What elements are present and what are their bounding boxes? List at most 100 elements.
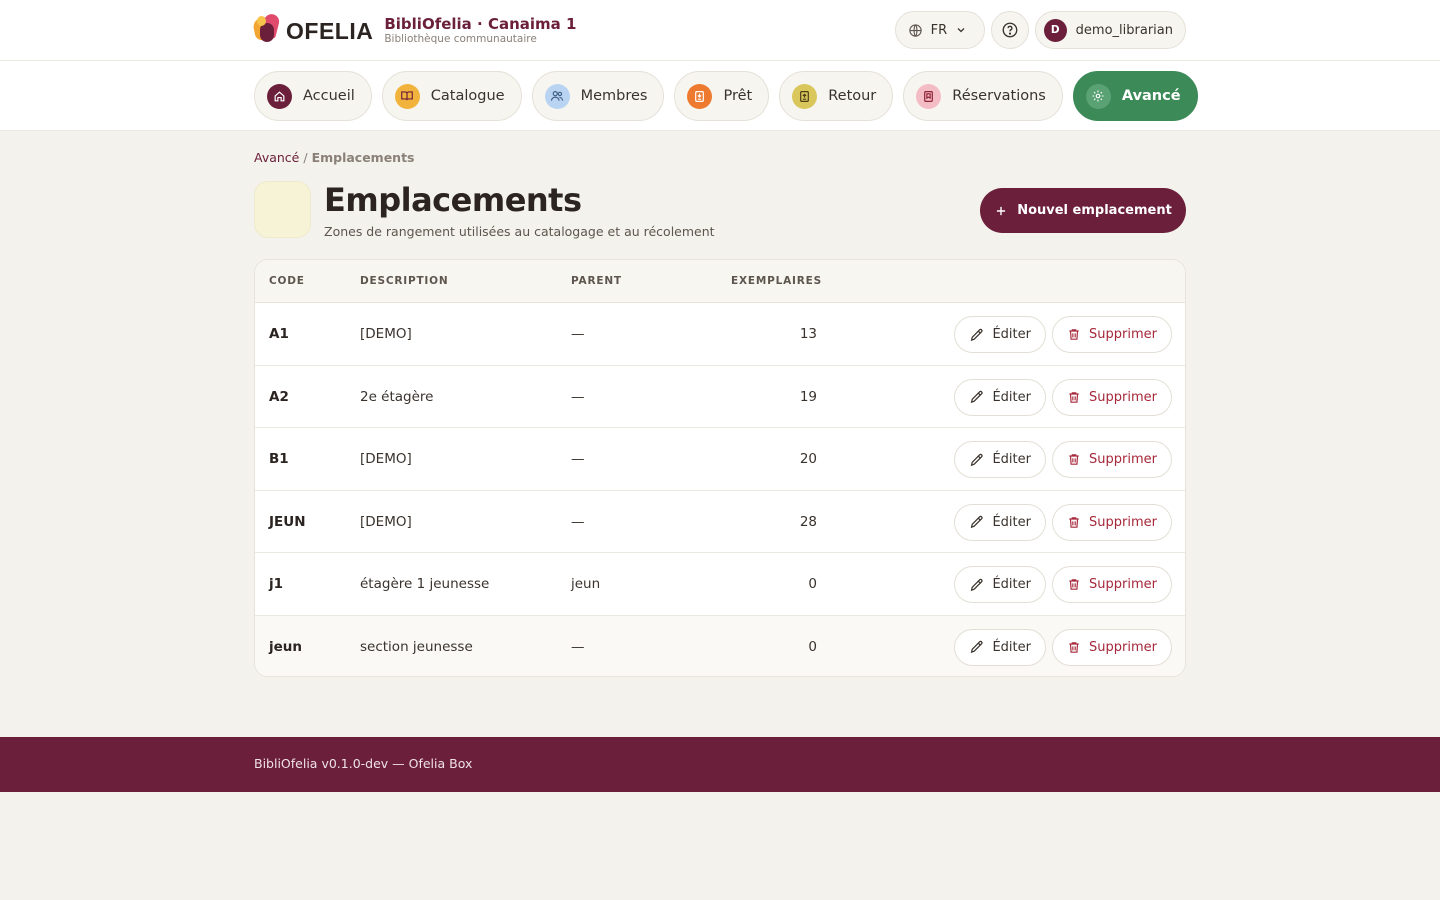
gear-icon bbox=[1085, 83, 1111, 109]
table-body: A1 [DEMO] — 13 Éditer Supprimer A2 2e ét… bbox=[255, 303, 1185, 676]
edit-button[interactable]: Éditer bbox=[954, 378, 1046, 416]
location-parent: — bbox=[571, 326, 585, 342]
location-parent: — bbox=[571, 638, 585, 655]
app-title: BibliOfelia · Canaima 1 bbox=[384, 14, 577, 33]
nav-avance[interactable]: Avancé bbox=[1072, 71, 1198, 121]
app-subtitle: Bibliothèque communautaire bbox=[384, 32, 537, 45]
location-code: A2 bbox=[269, 388, 289, 405]
edit-label: Éditer bbox=[992, 514, 1031, 530]
edit-label: Éditer bbox=[992, 389, 1031, 405]
location-code: A1 bbox=[269, 326, 289, 342]
nav-label: Retour bbox=[828, 88, 877, 104]
username: demo_librarian bbox=[1075, 22, 1173, 38]
avatar: D bbox=[1043, 18, 1067, 42]
location-description: [DEMO] bbox=[360, 513, 412, 530]
pencil-icon bbox=[970, 453, 983, 466]
location-item-count: 13 bbox=[799, 326, 817, 342]
delete-button[interactable]: Supprimer bbox=[1052, 378, 1172, 416]
new-location-button[interactable]: Nouvel emplacement bbox=[980, 188, 1186, 233]
column-header-exemplaires[interactable]: EXEMPLAIRES bbox=[731, 275, 822, 287]
pencil-icon bbox=[970, 390, 983, 404]
nav-label: Réservations bbox=[952, 88, 1046, 104]
trash-icon bbox=[1069, 454, 1079, 465]
trash-icon bbox=[1069, 641, 1079, 653]
users-icon bbox=[544, 83, 570, 109]
nav-retour[interactable]: Retour bbox=[779, 71, 894, 121]
delete-label: Supprimer bbox=[1089, 639, 1157, 655]
column-header-description[interactable]: DESCRIPTION bbox=[360, 275, 448, 287]
help-icon bbox=[1002, 22, 1018, 38]
nav-membres[interactable]: Membres bbox=[531, 71, 665, 121]
pencil-icon bbox=[970, 328, 983, 341]
delete-label: Supprimer bbox=[1089, 452, 1157, 467]
nav-label: Avancé bbox=[1121, 88, 1181, 104]
edit-label: Éditer bbox=[992, 639, 1031, 655]
location-item-count: 0 bbox=[808, 638, 817, 655]
delete-label: Supprimer bbox=[1089, 577, 1157, 592]
edit-button[interactable]: Éditer bbox=[954, 316, 1046, 353]
edit-button[interactable]: Éditer bbox=[954, 503, 1046, 541]
location-parent: — bbox=[571, 388, 585, 405]
delete-label: Supprimer bbox=[1089, 514, 1157, 530]
table-row: j1 étagère 1 jeunesse jeun 0 Éditer Supp… bbox=[255, 553, 1185, 616]
nav-reservations[interactable]: Réservations bbox=[903, 71, 1063, 121]
help-button[interactable] bbox=[990, 11, 1029, 49]
edit-label: Éditer bbox=[992, 577, 1031, 592]
delete-button[interactable]: Supprimer bbox=[1052, 503, 1172, 541]
location-description: [DEMO] bbox=[360, 451, 412, 467]
table-header: CODE DESCRIPTION PARENT EXEMPLAIRES bbox=[255, 260, 1185, 303]
delete-label: Supprimer bbox=[1089, 389, 1157, 405]
location-item-count: 0 bbox=[808, 576, 817, 592]
main-nav: Accueil Catalogue Membres Prêt Retour Ré… bbox=[0, 61, 1440, 131]
delete-button[interactable]: Supprimer bbox=[1052, 441, 1172, 478]
plus-icon bbox=[997, 206, 1006, 215]
table-row: B1 [DEMO] — 20 Éditer Supprimer bbox=[255, 428, 1185, 491]
nav-accueil[interactable]: Accueil bbox=[254, 71, 372, 121]
location-code: j1 bbox=[269, 576, 284, 592]
table-row: A1 [DEMO] — 13 Éditer Supprimer bbox=[255, 303, 1185, 366]
nav-catalogue[interactable]: Catalogue bbox=[381, 71, 522, 121]
edit-button[interactable]: Éditer bbox=[954, 566, 1046, 603]
location-description: 2e étagère bbox=[360, 388, 434, 405]
nav-label: Catalogue bbox=[430, 88, 505, 104]
breadcrumb: Avancé / Emplacements bbox=[254, 150, 415, 165]
pencil-icon bbox=[970, 578, 983, 591]
column-header-code[interactable]: CODE bbox=[269, 275, 305, 287]
location-description: section jeunesse bbox=[360, 638, 473, 655]
location-item-count: 20 bbox=[799, 451, 817, 467]
trash-icon bbox=[1069, 329, 1079, 340]
column-header-parent[interactable]: PARENT bbox=[571, 275, 622, 287]
delete-label: Supprimer bbox=[1089, 327, 1157, 342]
edit-button[interactable]: Éditer bbox=[954, 441, 1046, 478]
delete-button[interactable]: Supprimer bbox=[1052, 316, 1172, 353]
location-item-count: 19 bbox=[799, 388, 817, 405]
brand[interactable]: OFELIA BibliOfelia · Canaima 1 Bibliothè… bbox=[251, 12, 577, 46]
edit-button[interactable]: Éditer bbox=[954, 628, 1046, 666]
trash-icon bbox=[1069, 579, 1079, 590]
edit-label: Éditer bbox=[992, 452, 1031, 467]
breadcrumb-parent-link[interactable]: Avancé bbox=[254, 150, 299, 165]
delete-button[interactable]: Supprimer bbox=[1052, 566, 1172, 603]
location-code: jeun bbox=[269, 638, 303, 655]
page-title: Emplacements bbox=[324, 181, 582, 219]
chevron-down-icon bbox=[957, 28, 965, 33]
edit-label: Éditer bbox=[992, 327, 1031, 342]
user-menu[interactable]: D demo_librarian bbox=[1034, 11, 1186, 49]
location-parent: — bbox=[571, 513, 585, 530]
page-subtitle: Zones de rangement utilisées au cataloga… bbox=[324, 224, 715, 239]
language-value: FR bbox=[930, 22, 948, 38]
ofelia-logo-icon bbox=[251, 12, 284, 46]
language-selector[interactable]: FR bbox=[894, 11, 985, 49]
nav-pret[interactable]: Prêt bbox=[674, 71, 770, 121]
checkout-book-icon bbox=[687, 83, 713, 109]
pencil-icon bbox=[970, 515, 983, 529]
trash-icon bbox=[1069, 391, 1079, 403]
delete-button[interactable]: Supprimer bbox=[1052, 628, 1172, 666]
breadcrumb-separator: / bbox=[303, 150, 308, 165]
footer: BibliOfelia v0.1.0-dev — Ofelia Box bbox=[0, 737, 1440, 792]
globe-icon bbox=[908, 23, 922, 37]
location-parent: jeun bbox=[571, 576, 601, 592]
nav-label: Accueil bbox=[303, 88, 355, 104]
return-book-icon bbox=[792, 83, 818, 109]
trash-icon bbox=[1069, 516, 1079, 528]
